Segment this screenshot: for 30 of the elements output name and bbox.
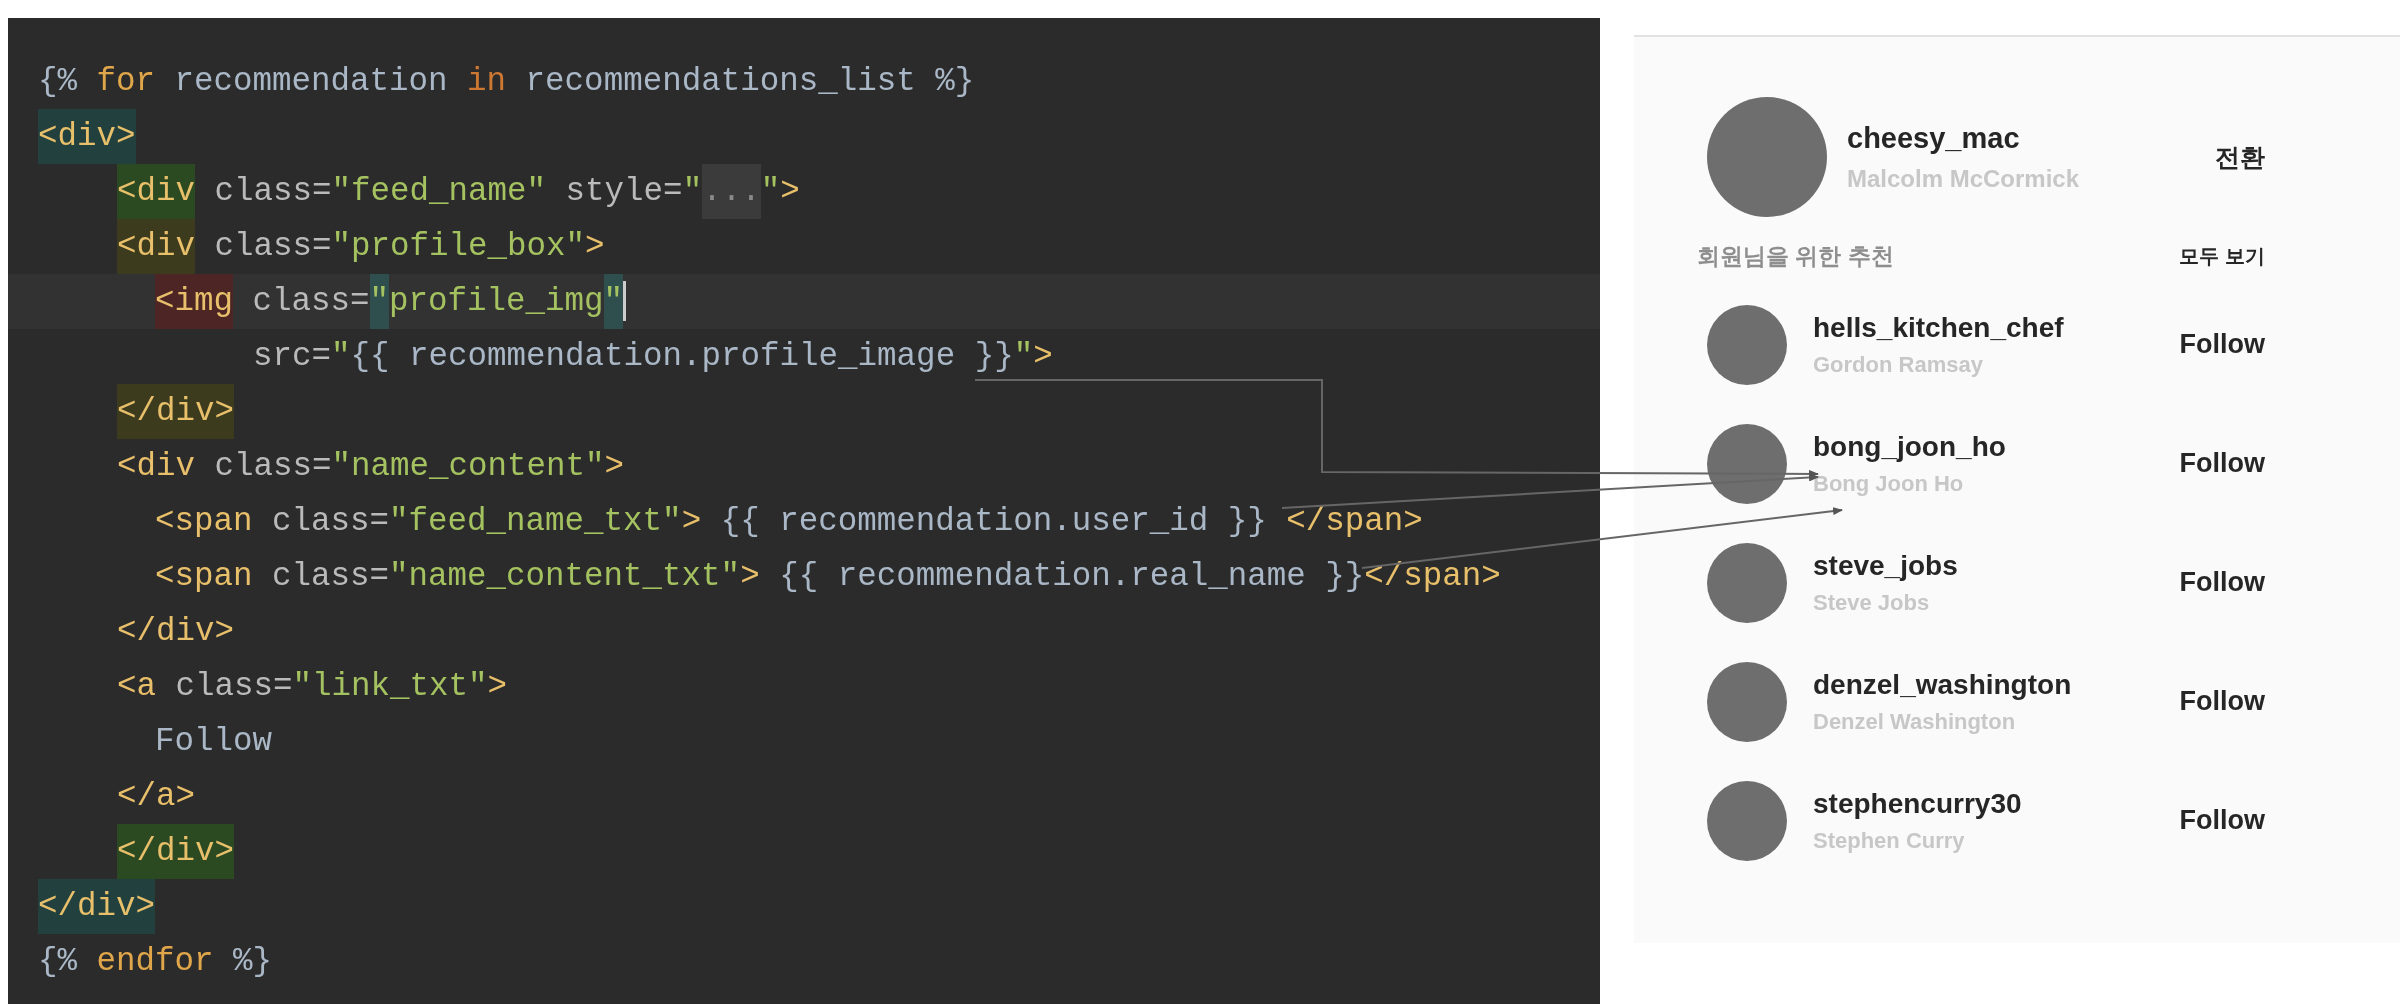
section-title: 회원님을 위한 추천: [1697, 242, 1894, 271]
code-line: Follow: [154, 722, 274, 762]
code-line: </div>: [8, 824, 1600, 879]
username: bong_joon_ho: [1813, 430, 2007, 463]
follow-link[interactable]: Follow: [2179, 448, 2265, 479]
username: hells_kitchen_chef: [1813, 311, 2065, 344]
username: denzel_washington: [1813, 668, 2073, 701]
username: cheesy_mac: [1847, 121, 2021, 155]
switch-link[interactable]: 전환: [2215, 140, 2265, 174]
username: steve_jobs: [1813, 549, 1959, 582]
follow-link[interactable]: Follow: [2179, 329, 2265, 360]
see-all-link[interactable]: 모두 보기: [2179, 243, 2265, 270]
code-line: <div class="feed_name" style="...">: [8, 164, 1600, 219]
code-line: <div class="profile_box">: [8, 219, 1600, 274]
code-line: {% endfor %}: [37, 942, 274, 982]
follow-link[interactable]: Follow: [2179, 686, 2265, 717]
code-line: <span class="feed_name_txt"> {{ recommendation.user_id }} </span>: [154, 502, 1424, 542]
code-line: </div>: [8, 384, 1600, 439]
code-line: <span class="name_content_txt"> {{ recommendation.real_name }}</span>: [154, 557, 1502, 597]
code-line: </div>: [8, 879, 1600, 934]
code-line: src="{{ recommendation.profile_image }}">: [252, 337, 1054, 377]
follow-link[interactable]: Follow: [2179, 805, 2265, 836]
code-line: </a>: [116, 777, 196, 817]
follow-link[interactable]: Follow: [2179, 567, 2265, 598]
code-line: <div class="name_content">: [116, 447, 626, 487]
code-line: <a class="link_txt">: [116, 667, 509, 707]
code-line: <div>: [8, 109, 1600, 164]
code-line: </div>: [116, 612, 236, 652]
code-line: {% for recommendation in recommendations_list %}: [37, 62, 976, 102]
username: stephencurry30: [1813, 787, 2023, 820]
